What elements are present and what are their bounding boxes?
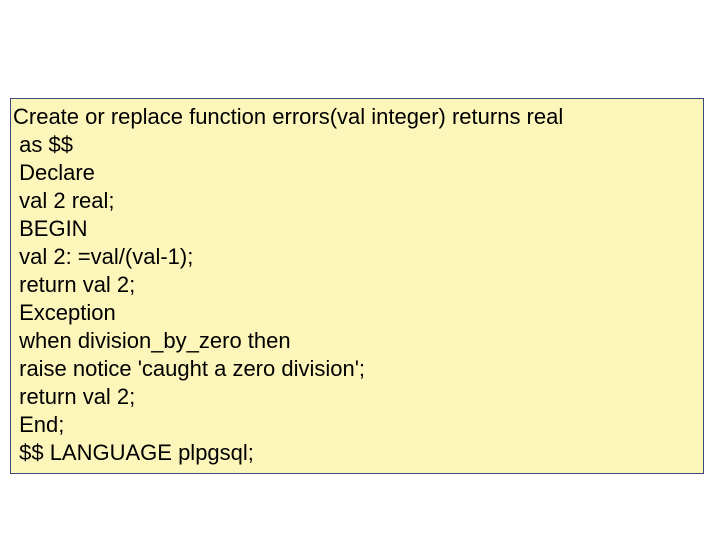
code-line: raise notice 'caught a zero division'; [13,355,701,383]
code-line: return val 2; [13,383,701,411]
code-line: Create or replace function errors(val in… [13,103,701,131]
code-line: when division_by_zero then [13,327,701,355]
code-line: return val 2; [13,271,701,299]
code-line: BEGIN [13,215,701,243]
code-line: as $$ [13,131,701,159]
code-block: Create or replace function errors(val in… [10,98,704,474]
code-line: Declare [13,159,701,187]
code-line: $$ LANGUAGE plpgsql; [13,439,701,467]
code-line: val 2 real; [13,187,701,215]
code-line: End; [13,411,701,439]
code-line: val 2: =val/(val-1); [13,243,701,271]
code-line: Exception [13,299,701,327]
